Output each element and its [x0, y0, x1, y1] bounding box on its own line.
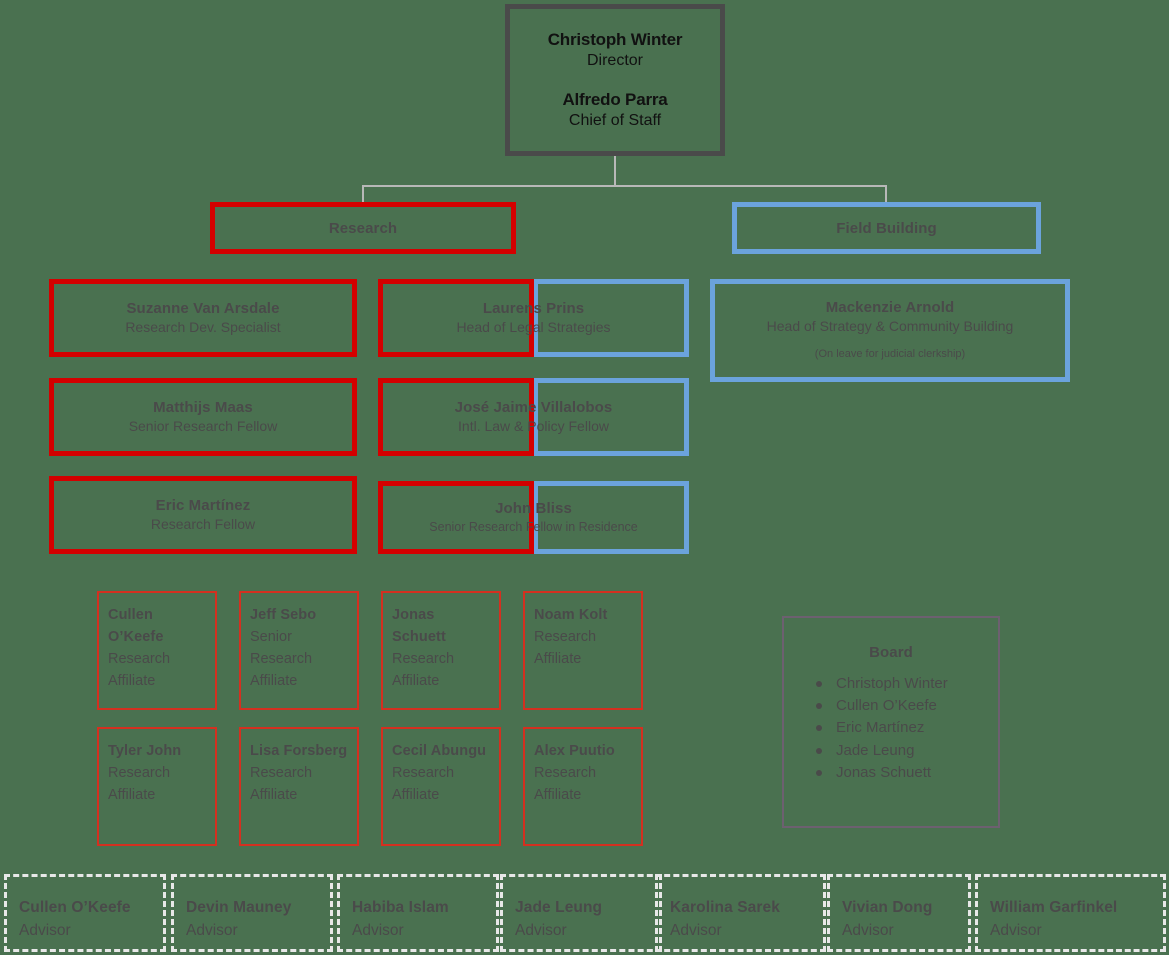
node-advisor-2[interactable]: Devin Mauney Advisor [171, 874, 333, 952]
person-role: Research Dev. Specialist [125, 319, 281, 335]
affiliate-name: Cullen O’Keefe [108, 607, 164, 645]
person-name: John Bliss [495, 499, 572, 517]
board-member-list: Christoph Winter Cullen O’Keefe Eric Mar… [784, 673, 998, 784]
node-advisor-1[interactable]: Cullen O’Keefe Advisor [4, 874, 166, 952]
org-chart-canvas: Christoph Winter Director Alfredo Parra … [0, 0, 1169, 955]
director-name: Christoph Winter [547, 30, 683, 49]
affiliate-name: Jeff Sebo [250, 607, 317, 623]
node-affiliate-2[interactable]: Jeff Sebo Senior Research Affiliate [239, 591, 359, 710]
advisor-name: Jade Leung [515, 898, 603, 916]
advisor-content: Habiba Islam Advisor [352, 896, 484, 942]
board-member: Eric Martínez [816, 717, 998, 739]
node-affiliate-6[interactable]: Lisa Forsberg Research Affiliate [239, 727, 359, 846]
node-affiliate-1[interactable]: Cullen O’Keefe Research Affiliate [97, 591, 217, 710]
affiliate-role: Research Affiliate [534, 629, 597, 667]
advisor-name: Karolina Sarek [670, 898, 780, 916]
node-board[interactable]: Board Christoph Winter Cullen O’Keefe Er… [782, 616, 1000, 828]
advisor-content: Jade Leung Advisor [515, 896, 647, 942]
person-role: Intl. Law & Policy Fellow [458, 418, 609, 434]
affiliate-role: Research Affiliate [392, 765, 455, 803]
node-affiliate-8[interactable]: Alex Puutio Research Affiliate [523, 727, 643, 846]
advisor-name: Habiba Islam [352, 898, 449, 916]
person-name: Matthijs Maas [153, 399, 253, 416]
chief-of-staff-role: Chief of Staff [568, 112, 662, 129]
node-advisor-7[interactable]: William Garfinkel Advisor [975, 874, 1166, 952]
affiliate-role: Research Affiliate [534, 765, 597, 803]
board-member: Jade Leung [816, 740, 998, 762]
node-research-left-2[interactable]: Matthijs Maas Senior Research Fellow [49, 378, 357, 456]
node-research-middle-3[interactable]: John Bliss Senior Research Fellow in Res… [378, 481, 689, 554]
person-role: Head of Legal Strategies [456, 319, 611, 335]
person-role: Senior Research Fellow in Residence [429, 519, 638, 534]
advisor-role: Advisor [670, 921, 722, 939]
advisor-name: Devin Mauney [186, 898, 292, 916]
node-advisor-4[interactable]: Jade Leung Advisor [500, 874, 662, 952]
node-research-middle-1[interactable]: Laurens Prins Head of Legal Strategies [378, 279, 689, 357]
advisor-role: Advisor [352, 921, 404, 939]
connector-horizontal-bus [362, 185, 887, 187]
affiliate-role: Senior Research Affiliate [250, 629, 313, 689]
advisor-content: Vivian Dong Advisor [842, 896, 956, 942]
person-name: Mackenzie Arnold [825, 298, 955, 316]
node-affiliate-5[interactable]: Tyler John Research Affiliate [97, 727, 217, 846]
advisor-role: Advisor [515, 921, 567, 939]
division-header-research[interactable]: Research [210, 202, 516, 254]
node-affiliate-4[interactable]: Noam Kolt Research Affiliate [523, 591, 643, 710]
advisor-role: Advisor [990, 921, 1042, 939]
affiliate-name: Tyler John [108, 743, 182, 759]
affiliate-role: Research Affiliate [108, 651, 171, 689]
advisor-name: Vivian Dong [842, 898, 933, 916]
node-advisor-6[interactable]: Vivian Dong Advisor [827, 874, 971, 952]
person-role: Research Fellow [150, 516, 256, 532]
node-affiliate-3[interactable]: Jonas Schuett Research Affiliate [381, 591, 501, 710]
advisor-content: Cullen O’Keefe Advisor [19, 896, 151, 942]
advisor-content: William Garfinkel Advisor [990, 896, 1151, 942]
person-name: José Jaime Villalobos [454, 399, 613, 416]
advisor-role: Advisor [186, 921, 238, 939]
node-director[interactable]: Christoph Winter Director Alfredo Parra … [505, 4, 725, 156]
node-advisor-3[interactable]: Habiba Islam Advisor [337, 874, 499, 952]
node-affiliate-7[interactable]: Cecil Abungu Research Affiliate [381, 727, 501, 846]
division-research-label: Research [328, 219, 398, 237]
node-research-left-3[interactable]: Eric Martínez Research Fellow [49, 476, 357, 554]
affiliate-name: Alex Puutio [534, 743, 615, 759]
affiliate-name: Noam Kolt [534, 607, 608, 623]
node-advisor-5[interactable]: Karolina Sarek Advisor [655, 874, 826, 952]
connector-root-stem [614, 156, 616, 185]
person-role: Senior Research Fellow [128, 418, 278, 434]
division-field-building-label: Field Building [836, 219, 937, 237]
affiliate-name: Cecil Abungu [392, 743, 487, 759]
advisor-name: Cullen O’Keefe [19, 898, 131, 916]
advisor-name: William Garfinkel [990, 898, 1118, 916]
advisor-role: Advisor [19, 921, 71, 939]
board-title: Board [869, 644, 913, 661]
affiliate-role: Research Affiliate [392, 651, 455, 689]
chief-of-staff-name: Alfredo Parra [562, 90, 668, 109]
division-header-field-building[interactable]: Field Building [732, 202, 1041, 254]
affiliate-role: Research Affiliate [108, 765, 171, 803]
advisor-content: Devin Mauney Advisor [186, 896, 318, 942]
person-name: Eric Martínez [155, 497, 251, 514]
affiliate-name: Lisa Forsberg [250, 743, 348, 759]
board-member: Jonas Schuett [816, 762, 998, 784]
affiliate-role: Research Affiliate [250, 765, 313, 803]
advisor-role: Advisor [842, 921, 894, 939]
board-member: Christoph Winter [816, 673, 998, 695]
person-name: Laurens Prins [482, 300, 585, 317]
node-research-left-1[interactable]: Suzanne Van Arsdale Research Dev. Specia… [49, 279, 357, 357]
person-name: Suzanne Van Arsdale [126, 300, 280, 317]
person-note: (On leave for judicial clerkship) [814, 347, 966, 360]
board-member: Cullen O’Keefe [816, 695, 998, 717]
affiliate-name: Jonas Schuett [392, 607, 446, 645]
node-research-middle-2[interactable]: José Jaime Villalobos Intl. Law & Policy… [378, 378, 689, 456]
advisor-content: Karolina Sarek Advisor [670, 896, 811, 942]
person-role: Head of Strategy & Community Building [766, 317, 1014, 334]
director-role: Director [586, 52, 643, 69]
node-field-building-1[interactable]: Mackenzie Arnold Head of Strategy & Comm… [710, 279, 1070, 382]
